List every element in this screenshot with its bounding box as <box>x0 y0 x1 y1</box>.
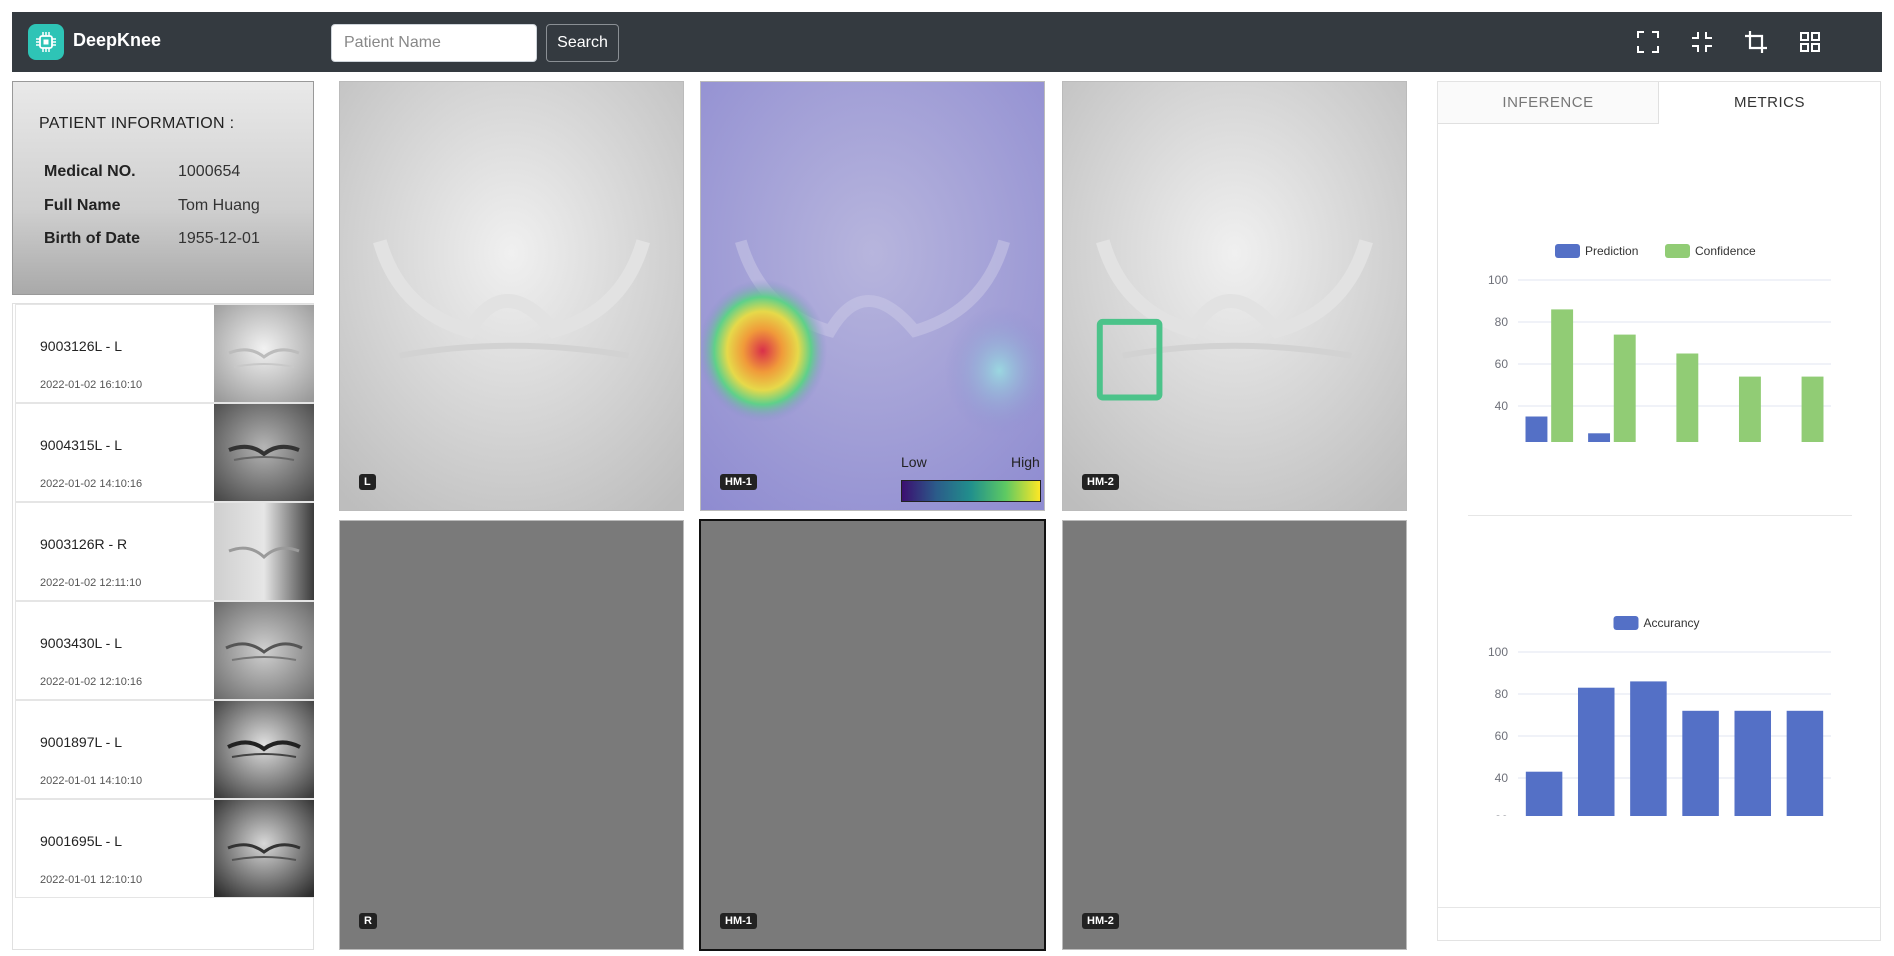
tab-inference[interactable]: INFERENCE <box>1438 82 1659 124</box>
model-accuracy-bar-chart: 020406080100V-16V-19R-18R-34R-50R-101Acc… <box>1488 616 1831 816</box>
scan-list-item[interactable]: 9003126R - R 2022-01-02 12:11:10 <box>15 502 314 601</box>
legend-low-label: Low <box>901 454 927 470</box>
scan-id: 9001897L - L <box>40 734 122 750</box>
knee-xray-image <box>340 82 683 510</box>
knee-xray-image <box>1063 82 1406 510</box>
scan-list-item[interactable]: 9001695L - L 2022-01-01 12:10:10 <box>15 799 314 898</box>
scan-list-item[interactable]: 9004315L - L 2022-01-02 14:10:16 <box>15 403 314 502</box>
pane-label: L <box>359 474 376 490</box>
medical-no-label: Medical NO. <box>44 163 136 180</box>
pane-label: R <box>359 913 377 929</box>
search-button[interactable]: Search <box>546 24 619 62</box>
tab-metrics[interactable]: METRICS <box>1659 82 1880 124</box>
scan-id: 9001695L - L <box>40 833 122 849</box>
scan-list-item[interactable]: 9001897L - L 2022-01-01 14:10:10 <box>15 700 314 799</box>
y-tick-label: 100 <box>1488 273 1508 287</box>
y-tick-label: 80 <box>1495 687 1509 701</box>
bar-confidence <box>1551 309 1574 442</box>
legend-swatch <box>1665 244 1690 258</box>
heatmap-pane-1-right[interactable]: HM-1 <box>699 519 1046 951</box>
scan-date: 2022-01-02 12:10:16 <box>40 676 143 688</box>
exit-fullscreen-icon[interactable] <box>1689 29 1715 55</box>
y-tick-label: 40 <box>1495 399 1509 413</box>
scan-list: 9003126L - L 2022-01-02 16:10:10 9004315… <box>12 303 314 950</box>
xray-pane-right[interactable]: R <box>339 520 684 950</box>
knee-xray-thumbnail <box>214 701 314 798</box>
scan-date: 2022-01-01 12:10:10 <box>40 874 143 886</box>
heatmap-pane-2-right[interactable]: HM-2 <box>1062 520 1407 950</box>
scan-list-item[interactable]: 9003430L - L 2022-01-02 12:10:16 <box>15 601 314 700</box>
app-title: DeepKnee <box>73 30 162 50</box>
knee-xray-thumbnail <box>214 305 314 402</box>
legend-swatch <box>1555 244 1580 258</box>
chip-logo-icon <box>28 24 64 60</box>
scan-date: 2022-01-01 14:10:10 <box>40 775 143 787</box>
xray-pane-left[interactable]: L <box>339 81 684 511</box>
pane-label: HM-1 <box>720 913 757 929</box>
top-navbar: DeepKnee Search <box>12 12 1882 72</box>
bar-confidence <box>1738 376 1761 442</box>
kl-grade-bar-chart: 020406080100KL 0KL 1KL 2KL 3KL 4Predicti… <box>1488 244 1831 442</box>
scan-date: 2022-01-02 14:10:16 <box>40 478 143 490</box>
pane-label: HM-1 <box>720 474 757 490</box>
scan-date: 2022-01-02 12:11:10 <box>40 577 142 589</box>
knee-xray-thumbnail <box>214 602 314 699</box>
legend-high-label: High <box>1011 454 1040 470</box>
scan-list-item[interactable]: 9003126L - L 2022-01-02 16:10:10 <box>15 304 314 403</box>
legend-label: Accurancy <box>1644 616 1700 630</box>
bar-accurancy <box>1786 710 1824 816</box>
bar-accurancy <box>1577 687 1615 816</box>
results-panel: INFERENCE METRICS 020406080100KL 0KL 1KL… <box>1437 81 1881 941</box>
heatmap-pane-2[interactable]: HM-2 <box>1062 81 1407 511</box>
scan-id: 9003430L - L <box>40 635 122 651</box>
scan-id: 9003126L - L <box>40 338 122 354</box>
bar-prediction <box>1525 416 1548 442</box>
scan-id: 9003126R - R <box>40 536 128 552</box>
fullscreen-icon[interactable] <box>1635 29 1661 55</box>
y-tick-label: 20 <box>1495 813 1509 816</box>
crop-icon[interactable] <box>1743 29 1769 55</box>
patient-info-heading: PATIENT INFORMATION : <box>39 115 235 132</box>
bar-prediction <box>1588 433 1611 442</box>
panel-footer-line <box>1438 907 1880 908</box>
bar-accurancy <box>1630 681 1667 816</box>
y-tick-label: 60 <box>1495 357 1509 371</box>
y-tick-label: 80 <box>1495 315 1509 329</box>
bar-accurancy <box>1525 771 1563 816</box>
legend-label: Prediction <box>1585 244 1638 258</box>
full-name-label: Full Name <box>44 197 121 214</box>
patient-info-card: PATIENT INFORMATION : Medical NO. 100065… <box>12 81 314 295</box>
knee-xray-thumbnail <box>214 503 314 600</box>
pane-label: HM-2 <box>1082 913 1119 929</box>
bar-confidence <box>1613 334 1636 442</box>
legend-label: Confidence <box>1695 244 1756 258</box>
heatmap-image <box>701 82 1044 510</box>
y-tick-label: 60 <box>1495 729 1509 743</box>
heatmap-pane-1[interactable]: Low High HM-1 <box>700 81 1045 511</box>
bar-confidence <box>1801 376 1824 442</box>
scan-date: 2022-01-02 16:10:10 <box>40 379 143 391</box>
pane-label: HM-2 <box>1082 474 1119 490</box>
medical-no-value: 1000654 <box>178 163 241 180</box>
scan-id: 9004315L - L <box>40 437 122 453</box>
grid-icon[interactable] <box>1797 29 1823 55</box>
y-tick-label: 40 <box>1495 771 1509 785</box>
y-tick-label: 20 <box>1495 441 1509 442</box>
knee-xray-thumbnail <box>214 800 314 897</box>
birth-date-value: 1955-12-01 <box>178 230 260 247</box>
bar-accurancy <box>1682 710 1719 816</box>
heatmap-color-scale <box>901 480 1041 502</box>
patient-search-input[interactable] <box>331 24 537 62</box>
knee-xray-thumbnail <box>214 404 314 501</box>
full-name-value: Tom Huang <box>178 197 260 214</box>
legend-swatch <box>1613 616 1639 630</box>
bar-accurancy <box>1734 710 1772 816</box>
bar-confidence <box>1676 353 1699 442</box>
y-tick-label: 100 <box>1488 645 1508 659</box>
birth-date-label: Birth of Date <box>44 230 140 247</box>
